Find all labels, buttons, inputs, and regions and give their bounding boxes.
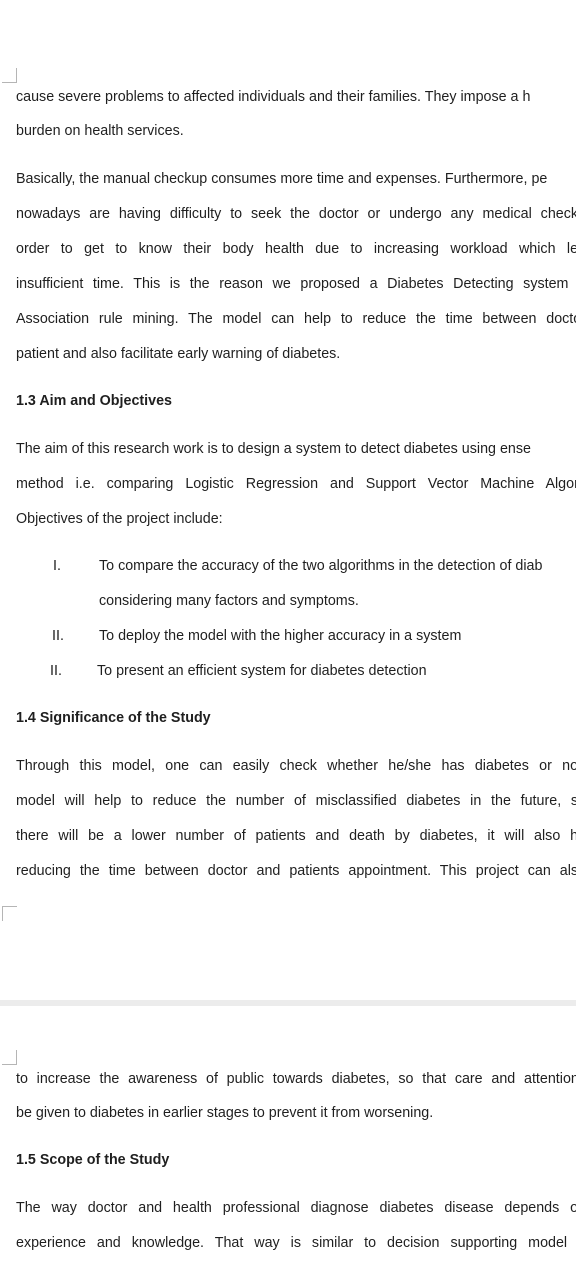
body-text-line: Through this model, one can easily check…	[16, 758, 576, 774]
body-text-line: cause severe problems to affected indivi…	[16, 89, 531, 105]
body-text-line: reducing the time between doctor and pat…	[16, 863, 576, 879]
body-text-line: order to get to know their body health d…	[16, 241, 576, 257]
section-heading: 1.3 Aim and Objectives	[16, 393, 173, 409]
list-item-text: To present an efficient system for diabe…	[97, 663, 427, 679]
margin-corner-mark	[2, 68, 17, 83]
list-number: II.	[50, 663, 62, 679]
margin-corner-mark	[2, 906, 17, 921]
body-text-line: burden on health services.	[16, 123, 184, 139]
body-text-line: Objectives of the project include:	[16, 511, 223, 527]
body-text-line: patient and also facilitate early warnin…	[16, 346, 341, 362]
list-item-text: To deploy the model with the higher accu…	[99, 628, 462, 644]
margin-corner-mark	[2, 1050, 17, 1065]
body-text-line: The aim of this research work is to desi…	[16, 441, 531, 457]
list-number: II.	[52, 628, 64, 644]
body-text-line: method i.e. comparing Logistic Regressio…	[16, 476, 576, 492]
body-text-line: be given to diabetes in earlier stages t…	[16, 1105, 434, 1121]
body-text-line: nowadays are having difficulty to seek t…	[16, 206, 576, 222]
body-text-line: Basically, the manual checkup consumes m…	[16, 171, 548, 187]
list-item-text: To compare the accuracy of the two algor…	[99, 558, 543, 574]
document-page-1: cause severe problems to affected indivi…	[0, 0, 576, 1000]
section-heading: 1.5 Scope of the Study	[16, 1152, 170, 1168]
document-page-2: to increase the awareness of public towa…	[0, 1006, 576, 1280]
list-item-text: considering many factors and symptoms.	[99, 593, 359, 609]
section-heading: 1.4 Significance of the Study	[16, 710, 211, 726]
body-text-line: Association rule mining. The model can h…	[16, 311, 576, 327]
list-number: I.	[53, 558, 61, 574]
body-text-line: there will be a lower number of patients…	[16, 828, 576, 844]
body-text-line: model will help to reduce the number of …	[16, 793, 576, 809]
body-text-line: experience and knowledge. That way is si…	[16, 1235, 576, 1251]
body-text-line: to increase the awareness of public towa…	[16, 1071, 576, 1087]
body-text-line: insufficient time. This is the reason we…	[16, 276, 576, 292]
body-text-line: The way doctor and health professional d…	[16, 1200, 576, 1216]
